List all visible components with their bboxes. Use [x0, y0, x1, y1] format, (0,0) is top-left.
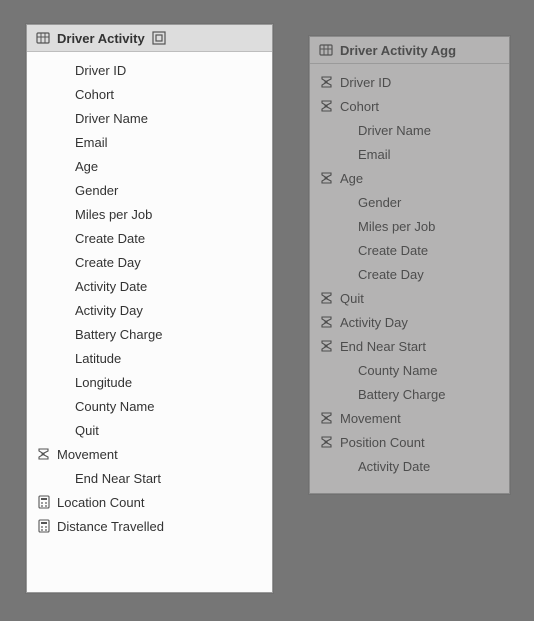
field-label: Age — [336, 171, 363, 186]
field-row[interactable]: Activity Day — [310, 310, 509, 334]
field-label: Movement — [336, 411, 401, 426]
panel-body: Driver ID Cohort Driver Name Email Age Gender… — [27, 52, 272, 548]
field-label: End Near Start — [336, 339, 426, 354]
field-label: Longitude — [71, 375, 132, 390]
field-row[interactable]: End Near Start — [27, 466, 272, 490]
field-row[interactable]: Driver Name — [27, 106, 272, 130]
panel-driver-activity[interactable]: Driver Activity Driver ID Cohort Driver Nam… — [26, 24, 273, 593]
field-label: End Near Start — [71, 471, 161, 486]
field-label: Driver Name — [354, 123, 431, 138]
sigma-icon — [318, 99, 336, 113]
field-row[interactable]: Activity Date — [27, 274, 272, 298]
field-label: Email — [71, 135, 108, 150]
field-row[interactable]: Gender — [310, 190, 509, 214]
field-row[interactable]: Activity Day — [27, 298, 272, 322]
field-label: Quit — [71, 423, 99, 438]
field-row[interactable]: Driver ID — [310, 70, 509, 94]
field-row[interactable]: Latitude — [27, 346, 272, 370]
field-row[interactable]: Activity Date — [310, 454, 509, 478]
field-label: Gender — [354, 195, 401, 210]
field-label: Battery Charge — [354, 387, 445, 402]
field-label: Latitude — [71, 351, 121, 366]
field-label: Activity Date — [71, 279, 147, 294]
field-label: Miles per Job — [71, 207, 152, 222]
sigma-icon — [318, 435, 336, 449]
field-label: Create Date — [354, 243, 428, 258]
field-row[interactable]: Battery Charge — [27, 322, 272, 346]
field-row[interactable]: Gender — [27, 178, 272, 202]
field-row[interactable]: Distance Travelled — [27, 514, 272, 538]
table-icon — [318, 42, 334, 58]
field-row[interactable]: Create Date — [27, 226, 272, 250]
field-label: Driver Name — [71, 111, 148, 126]
panel-body: Driver ID Cohort Driver Name Email Age Gender… — [310, 64, 509, 488]
field-label: Driver ID — [71, 63, 126, 78]
field-row[interactable]: County Name — [27, 394, 272, 418]
field-label: Position Count — [336, 435, 425, 450]
field-row[interactable]: End Near Start — [310, 334, 509, 358]
field-row[interactable]: Movement — [310, 406, 509, 430]
field-row[interactable]: Position Count — [310, 430, 509, 454]
panel-header-driver-activity[interactable]: Driver Activity — [27, 25, 272, 52]
field-row[interactable]: Movement — [27, 442, 272, 466]
field-row[interactable]: Email — [310, 142, 509, 166]
field-label: Gender — [71, 183, 118, 198]
sigma-icon — [35, 447, 53, 461]
field-label: Movement — [53, 447, 118, 462]
field-row[interactable]: Driver Name — [310, 118, 509, 142]
field-label: County Name — [354, 363, 437, 378]
field-label: Location Count — [53, 495, 144, 510]
field-row[interactable]: Longitude — [27, 370, 272, 394]
field-label: Distance Travelled — [53, 519, 164, 534]
field-label: Create Date — [71, 231, 145, 246]
sigma-icon — [318, 171, 336, 185]
field-label: County Name — [71, 399, 154, 414]
field-row[interactable]: Age — [310, 166, 509, 190]
field-row[interactable]: Quit — [310, 286, 509, 310]
field-row[interactable]: Miles per Job — [310, 214, 509, 238]
field-row[interactable]: Email — [27, 130, 272, 154]
field-label: Activity Day — [71, 303, 143, 318]
calc-icon — [35, 495, 53, 509]
field-row[interactable]: Quit — [27, 418, 272, 442]
layout-icon — [151, 30, 167, 46]
field-row[interactable]: Create Date — [310, 238, 509, 262]
field-row[interactable]: Driver ID — [27, 58, 272, 82]
field-label: Quit — [336, 291, 364, 306]
field-label: Battery Charge — [71, 327, 162, 342]
field-label: Activity Day — [336, 315, 408, 330]
panel-title: Driver Activity — [57, 31, 145, 46]
table-icon — [35, 30, 51, 46]
calc-icon — [35, 519, 53, 533]
field-label: Driver ID — [336, 75, 391, 90]
panel-title: Driver Activity Agg — [340, 43, 456, 58]
field-row[interactable]: Cohort — [27, 82, 272, 106]
sigma-icon — [318, 291, 336, 305]
field-row[interactable]: Location Count — [27, 490, 272, 514]
field-label: Email — [354, 147, 391, 162]
field-row[interactable]: Create Day — [310, 262, 509, 286]
field-label: Create Day — [71, 255, 141, 270]
field-label: Cohort — [71, 87, 114, 102]
field-row[interactable]: Cohort — [310, 94, 509, 118]
panel-driver-activity-agg[interactable]: Driver Activity AggDriver IDCohortDriver… — [309, 36, 510, 494]
sigma-icon — [318, 75, 336, 89]
field-row[interactable]: County Name — [310, 358, 509, 382]
field-row[interactable]: Create Day — [27, 250, 272, 274]
field-label: Age — [71, 159, 98, 174]
field-row[interactable]: Miles per Job — [27, 202, 272, 226]
sigma-icon — [318, 411, 336, 425]
field-label: Create Day — [354, 267, 424, 282]
field-row[interactable]: Battery Charge — [310, 382, 509, 406]
sigma-icon — [318, 339, 336, 353]
field-row[interactable]: Age — [27, 154, 272, 178]
panel-header-driver-activity-agg[interactable]: Driver Activity Agg — [310, 37, 509, 64]
field-label: Activity Date — [354, 459, 430, 474]
field-label: Cohort — [336, 99, 379, 114]
sigma-icon — [318, 315, 336, 329]
field-label: Miles per Job — [354, 219, 435, 234]
